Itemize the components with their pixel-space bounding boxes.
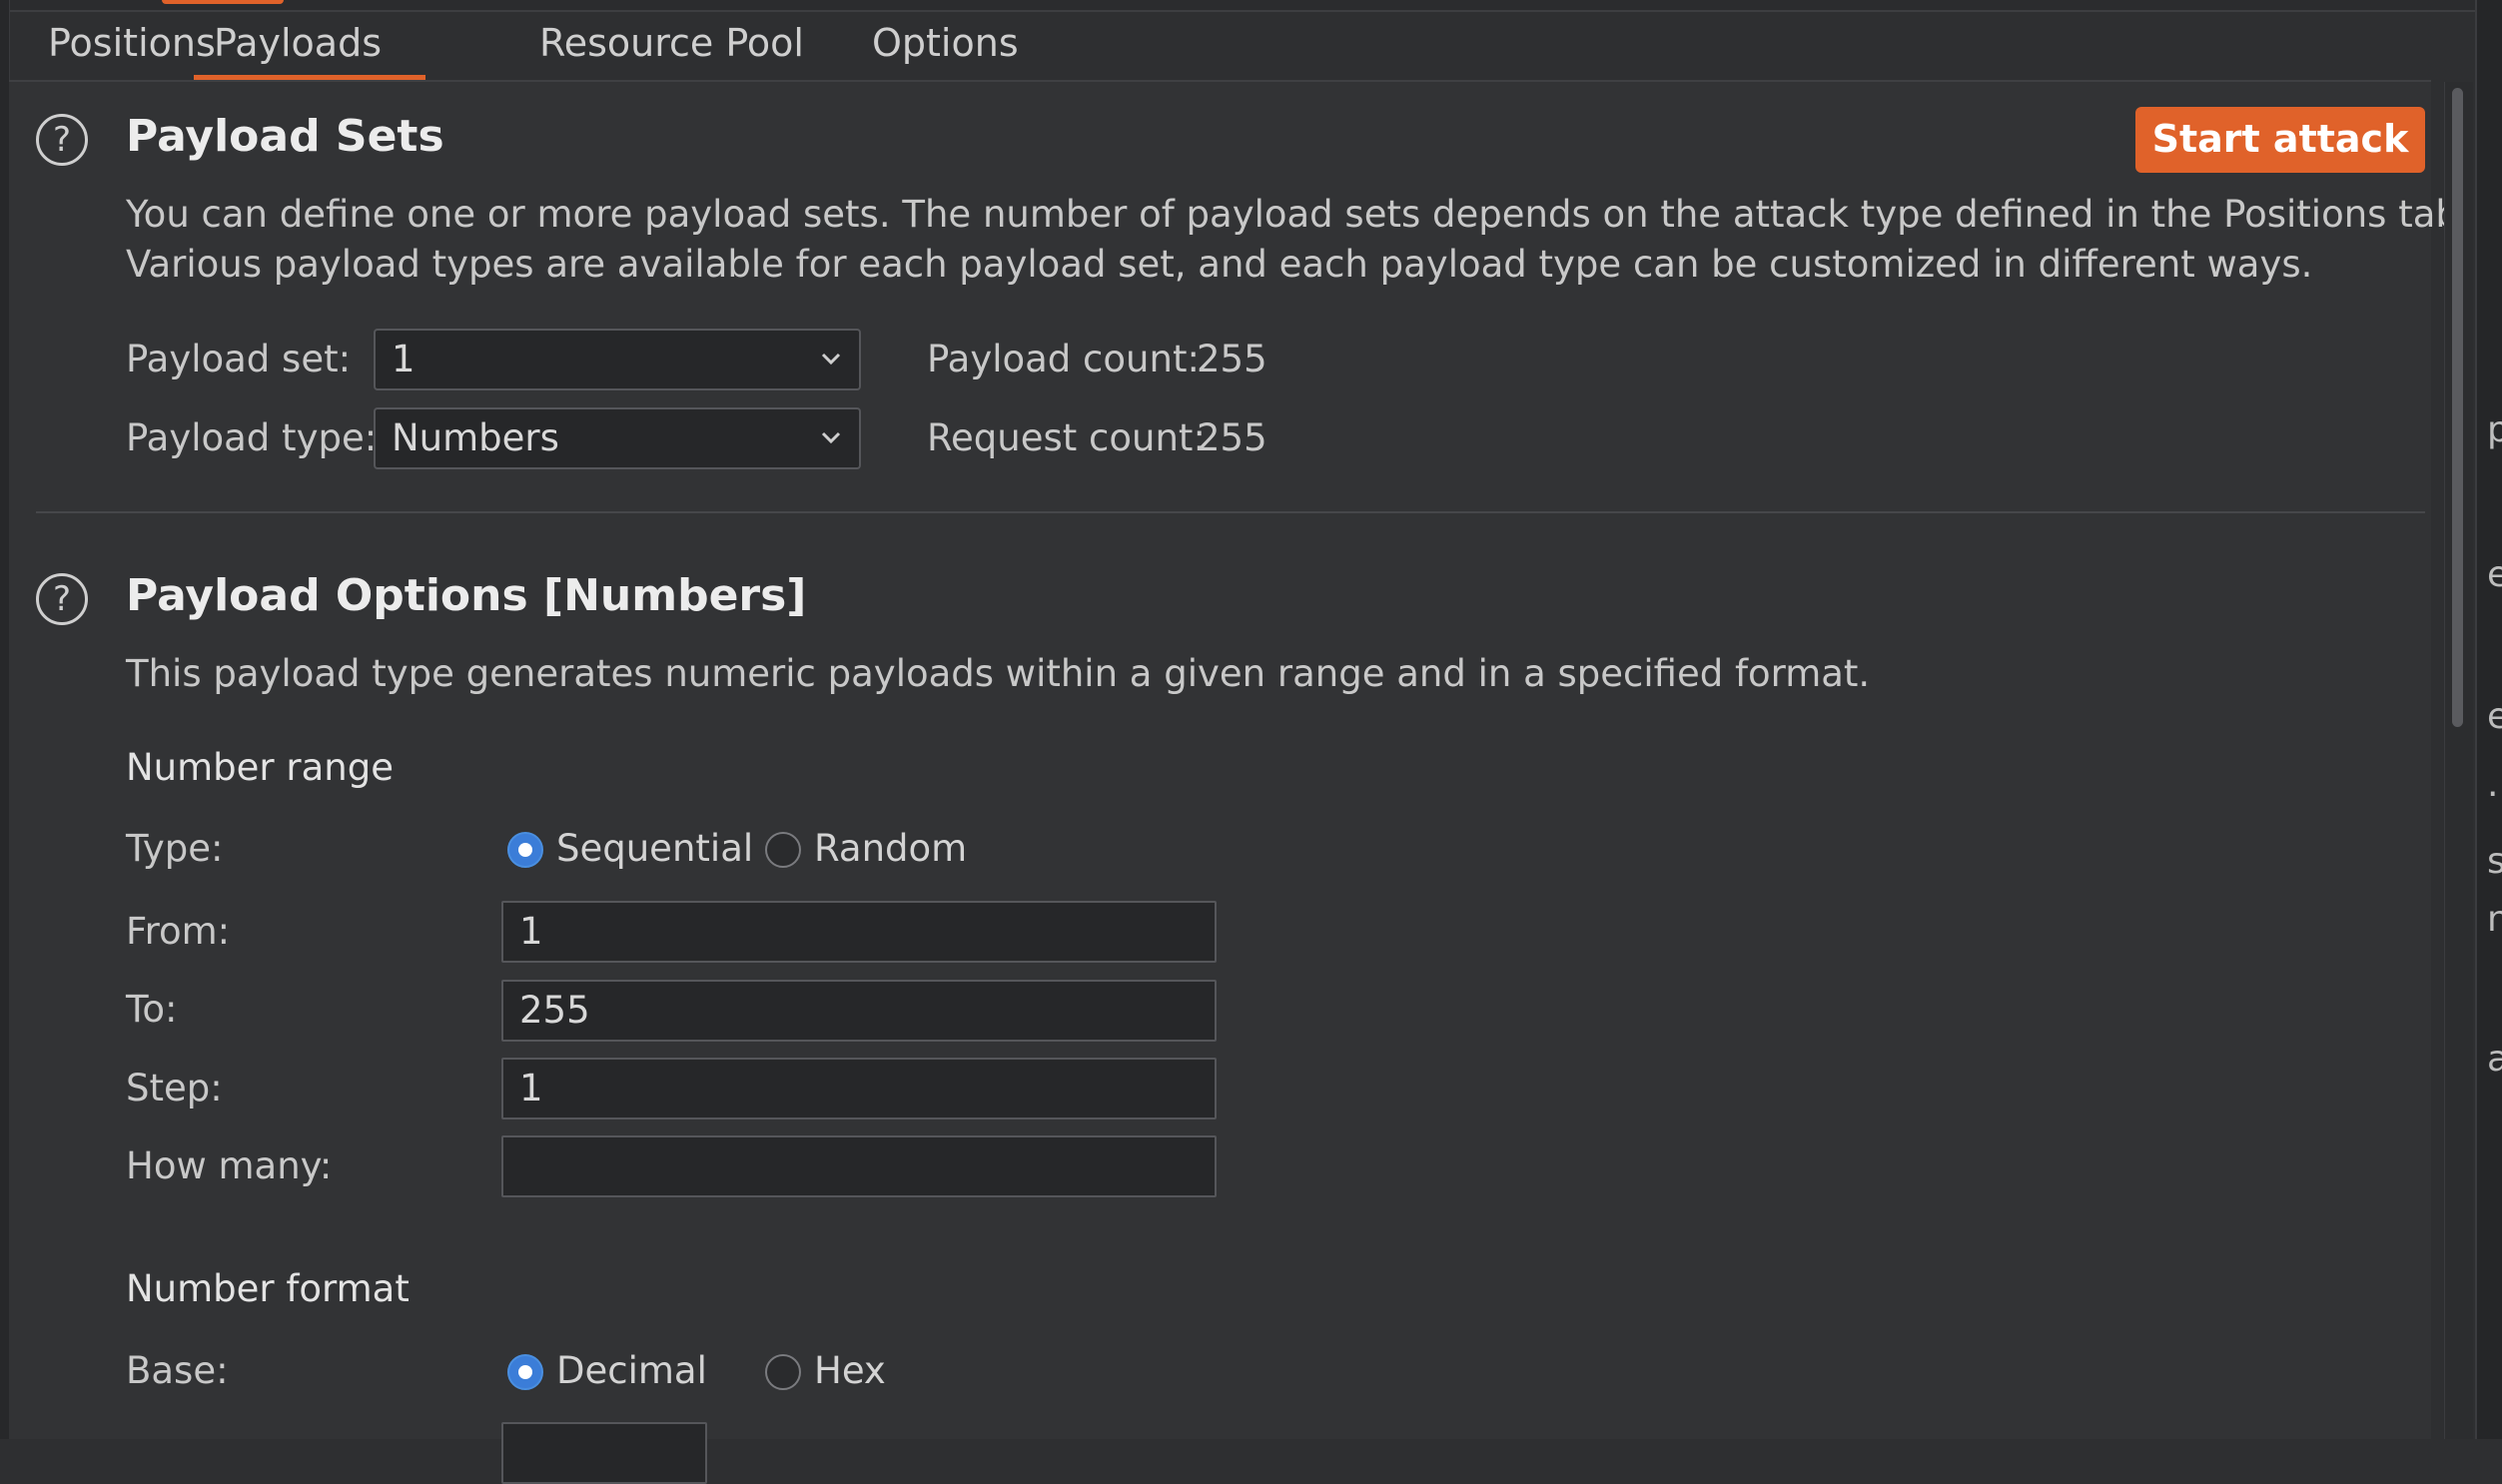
payload-sets-description-line1: You can define one or more payload sets.… [126, 193, 2471, 236]
payload-options-title: Payload Options [Numbers] [126, 570, 807, 621]
edge-text-fragment: s [2487, 841, 2502, 882]
tab-options[interactable]: Options [872, 10, 1019, 78]
step-field[interactable]: 1 [501, 1058, 1217, 1119]
hex-radio-label[interactable]: Hex [814, 1349, 886, 1392]
question-circle-icon[interactable]: ? [36, 573, 88, 625]
from-label: From: [126, 910, 231, 953]
edge-text-fragment: p [2487, 409, 2502, 450]
edge-text-fragment: e [2487, 554, 2502, 595]
chevron-down-icon [821, 431, 841, 444]
random-radio-label[interactable]: Random [814, 827, 967, 870]
payload-count-label: Payload count: [927, 338, 1200, 380]
from-field[interactable]: 1 [501, 901, 1217, 963]
tab-resource-pool[interactable]: Resource Pool [539, 10, 804, 78]
sequential-radio-label[interactable]: Sequential [556, 827, 753, 870]
how-many-field[interactable] [501, 1135, 1217, 1197]
how-many-label: How many: [126, 1144, 333, 1187]
to-field[interactable]: 255 [501, 980, 1217, 1042]
chevron-down-icon [821, 353, 841, 366]
intruder-window: Positions Payloads Resource Pool Options… [0, 0, 2502, 1484]
payload-set-value: 1 [392, 338, 416, 380]
tab-positions[interactable]: Positions [48, 10, 216, 78]
number-format-heading: Number format [126, 1267, 410, 1310]
edge-text-fragment: a [2487, 1039, 2502, 1080]
payload-type-label: Payload type: [126, 416, 378, 459]
adjacent-panel-edge: p e er . s n a [2475, 0, 2502, 1439]
question-circle-icon[interactable]: ? [36, 114, 88, 166]
edge-text-fragment: er [2487, 696, 2502, 737]
start-attack-button[interactable]: Start attack [2135, 107, 2425, 173]
tab-payloads[interactable]: Payloads [194, 10, 425, 80]
payload-type-select[interactable]: Numbers [374, 407, 861, 469]
payload-sets-title: Payload Sets [126, 111, 444, 162]
scrollbar-thumb[interactable] [2452, 88, 2463, 727]
sequential-radio[interactable] [507, 832, 543, 868]
payload-set-label: Payload set: [126, 338, 352, 380]
type-label: Type: [126, 827, 224, 870]
to-label: To: [126, 988, 178, 1031]
edge-text-fragment: . [2487, 764, 2499, 805]
payload-options-description: This payload type generates numeric payl… [126, 652, 1871, 695]
hex-radio[interactable] [765, 1354, 801, 1390]
number-range-heading: Number range [126, 746, 394, 789]
decimal-radio[interactable] [507, 1354, 543, 1390]
decimal-radio-label[interactable]: Decimal [556, 1349, 707, 1392]
payload-set-select[interactable]: 1 [374, 329, 861, 390]
request-count-label: Request count: [927, 416, 1206, 459]
tab-bar: Positions Payloads Resource Pool Options [9, 10, 2431, 82]
request-count-value: 255 [1197, 416, 1267, 459]
payload-sets-description-line2: Various payload types are available for … [126, 243, 2313, 286]
edge-text-fragment: n [2487, 899, 2502, 940]
top-tab-accent [162, 0, 284, 4]
payload-type-value: Numbers [392, 416, 559, 459]
payload-count-value: 255 [1197, 338, 1267, 380]
base-label: Base: [126, 1349, 229, 1392]
digits-field[interactable] [501, 1422, 707, 1484]
random-radio[interactable] [765, 832, 801, 868]
section-divider [36, 511, 2425, 513]
step-label: Step: [126, 1067, 223, 1110]
